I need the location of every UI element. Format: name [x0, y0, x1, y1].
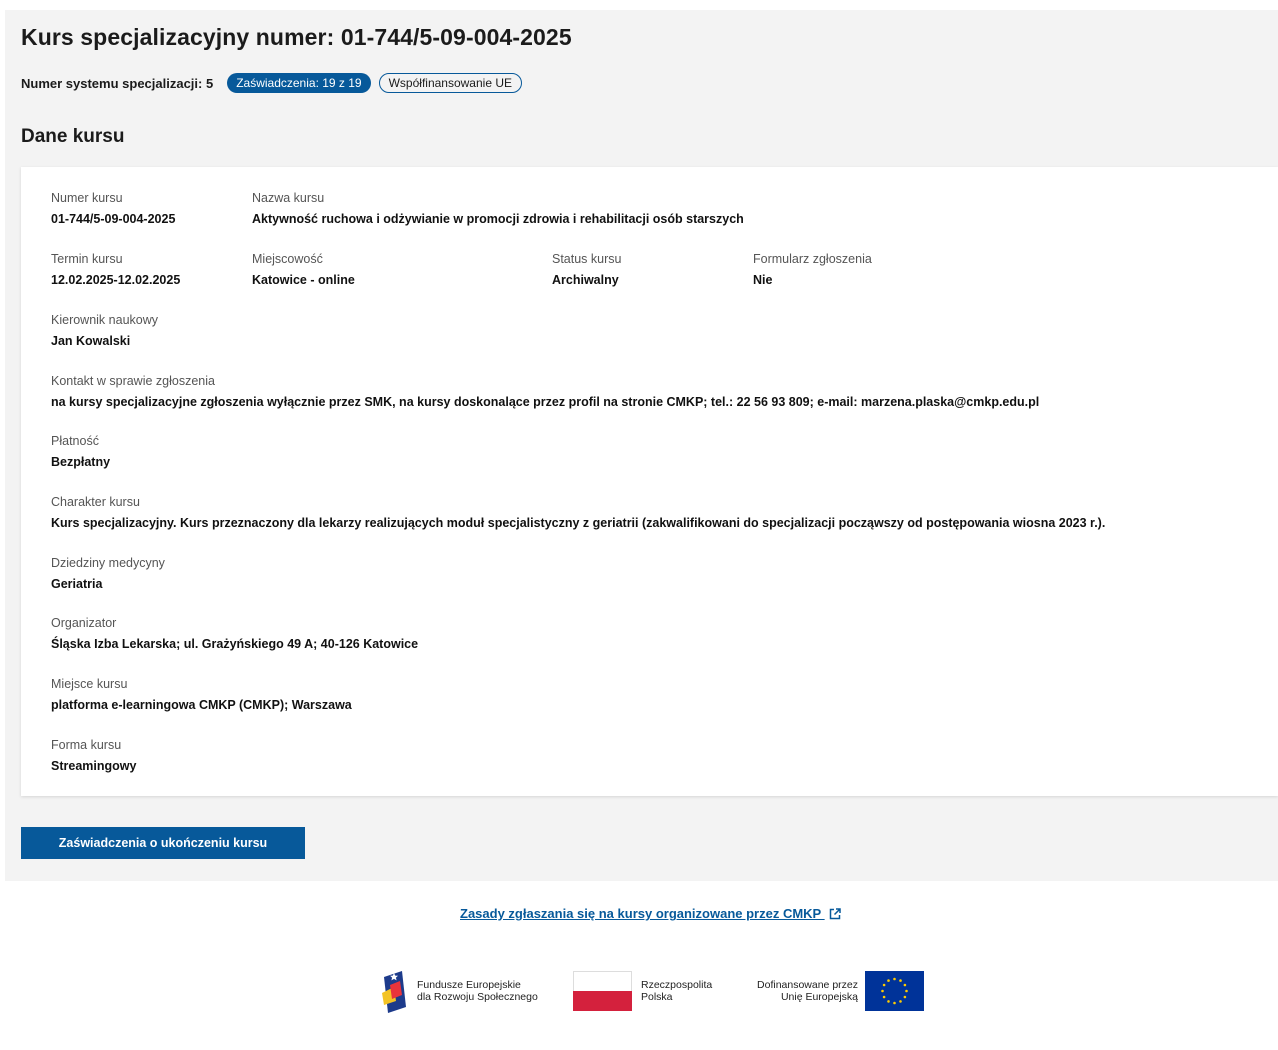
field-label: Charakter kursu [51, 495, 140, 509]
field-value: Archiwalny [552, 273, 619, 287]
system-number-label: Numer systemu specjalizacji: 5 [21, 75, 214, 91]
field-course-venue: Miejsce kursu platforma e-learningowa CM… [51, 676, 352, 714]
field-value: 12.02.2025-12.02.2025 [51, 273, 181, 287]
page-title: Kurs specjalizacyjny numer: 01-744/5-09-… [21, 24, 572, 50]
field-value: Geriatria [51, 577, 103, 591]
field-label: Termin kursu [51, 252, 123, 266]
fundusze-europejskie-logo-icon [382, 971, 406, 1013]
field-label: Dziedziny medycyny [51, 556, 165, 570]
field-course-date: Termin kursu 12.02.2025-12.02.2025 [51, 251, 180, 289]
field-label: Organizator [51, 616, 117, 630]
course-details-card: Numer kursu 01-744/5-09-004-2025 Nazwa k… [21, 167, 1278, 796]
enrollment-rules-link-text: Zasady zgłaszania się na kursy organizow… [460, 906, 821, 921]
field-course-status: Status kursu Archiwalny [552, 251, 621, 289]
eu-logo-line1: Dofinansowane przez [757, 979, 858, 991]
field-organizer: Organizator Śląska Izba Lekarska; ul. Gr… [51, 615, 418, 653]
eu-logo-text: Dofinansowane przez Unię Europejską [742, 979, 858, 1003]
field-value: Aktywność ruchowa i odżywianie w promocj… [252, 212, 744, 226]
field-value: 01-744/5-09-004-2025 [51, 212, 176, 226]
field-label: Forma kursu [51, 738, 122, 752]
field-course-form: Forma kursu Streamingowy [51, 737, 136, 775]
rp-logo-text: Rzeczpospolita Polska [641, 979, 712, 1003]
footer: Zasady zgłaszania się na kursy organizow… [5, 881, 1278, 1050]
certificates-button[interactable]: Zaświadczenia o ukończeniu kursu [21, 827, 305, 859]
field-label: Miejscowość [252, 252, 323, 266]
field-value: Katowice - online [252, 273, 355, 287]
field-medical-fields: Dziedziny medycyny Geriatria [51, 555, 165, 593]
field-value: Streamingowy [51, 759, 137, 773]
field-value: Bezpłatny [51, 455, 111, 469]
field-value: Śląska Izba Lekarska; ul. Grażyńskiego 4… [51, 637, 419, 651]
field-label: Płatność [51, 434, 99, 448]
course-data-heading: Dane kursu [21, 126, 125, 147]
field-label: Kontakt w sprawie zgłoszenia [51, 374, 215, 388]
page-container: Kurs specjalizacyjny numer: 01-744/5-09-… [5, 10, 1278, 1050]
field-value: platforma e-learningowa CMKP (CMKP); War… [51, 698, 352, 712]
field-application-form: Formularz zgłoszenia Nie [753, 251, 872, 289]
certificates-count-badge: Zaświadczenia: 19 z 19 [227, 73, 371, 93]
field-value: na kursy specjalizacyjne zgłoszenia wyłą… [51, 395, 1040, 409]
eu-flag-icon [865, 971, 924, 1011]
field-scientific-director: Kierownik naukowy Jan Kowalski [51, 312, 158, 350]
field-payment: Płatność Bezpłatny [51, 433, 110, 471]
field-label: Kierownik naukowy [51, 313, 158, 327]
field-value: Kurs specjalizacyjny. Kurs przeznaczony … [51, 516, 1106, 530]
field-course-name: Nazwa kursu Aktywność ruchowa i odżywian… [252, 190, 744, 228]
field-label: Nazwa kursu [252, 191, 325, 205]
external-link-icon [829, 908, 841, 920]
field-value: Nie [753, 273, 773, 287]
field-course-number: Numer kursu 01-744/5-09-004-2025 [51, 190, 175, 228]
eu-cofinancing-badge: Współfinansowanie UE [378, 73, 523, 93]
eu-logo-line2: Unię Europejską [780, 991, 858, 1003]
poland-flag-icon [573, 971, 632, 1011]
rp-logo-line1: Rzeczpospolita [641, 979, 713, 991]
fe-logo-text: Fundusze Europejskie dla Rozwoju Społecz… [417, 979, 538, 1003]
field-label: Formularz zgłoszenia [753, 252, 872, 266]
enrollment-rules-link[interactable]: Zasady zgłaszania się na kursy organizow… [460, 906, 841, 921]
course-meta-row: Numer systemu specjalizacji: 5 Zaświadcz… [21, 71, 523, 95]
field-course-character: Charakter kursu Kurs specjalizacyjny. Ku… [51, 494, 1105, 532]
field-label: Numer kursu [51, 191, 123, 205]
field-city: Miejscowość Katowice - online [252, 251, 355, 289]
field-label: Status kursu [552, 252, 622, 266]
rp-logo-line2: Polska [641, 991, 673, 1003]
fe-logo-line1: Fundusze Europejskie [417, 979, 521, 991]
field-label: Miejsce kursu [51, 677, 128, 691]
field-contact: Kontakt w sprawie zgłoszenia na kursy sp… [51, 373, 1039, 411]
field-value: Jan Kowalski [51, 334, 131, 348]
fe-logo-line2: dla Rozwoju Społecznego [417, 991, 538, 1003]
